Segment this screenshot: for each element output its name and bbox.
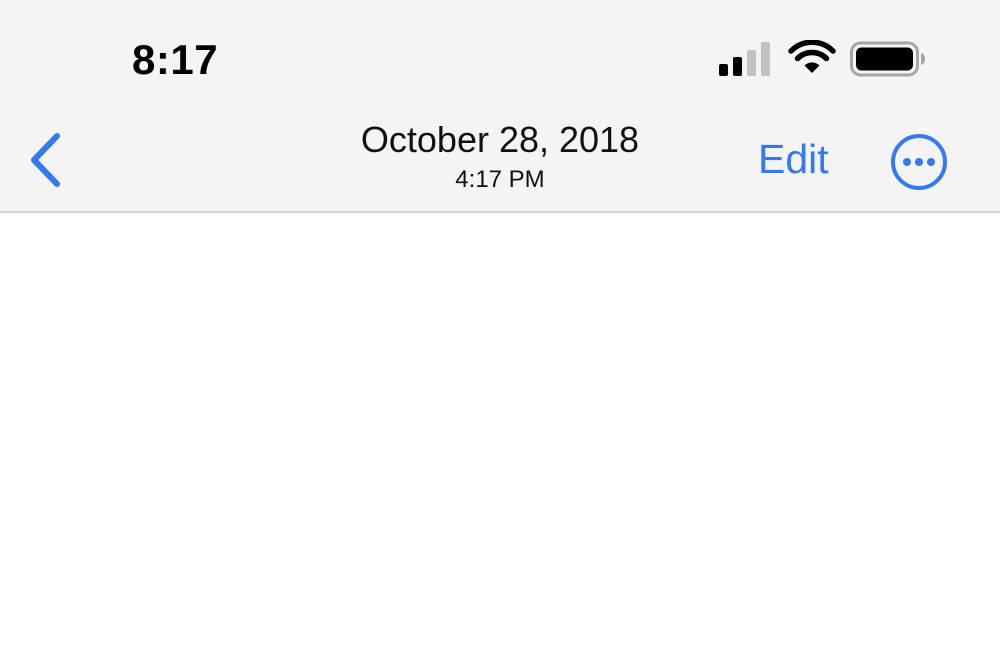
nav-subtitle-time: 4:17 PM [455, 166, 545, 193]
wifi-icon [788, 40, 836, 73]
nav-title-date: October 28, 2018 [360, 119, 640, 160]
status-time: 8:17 [132, 36, 219, 83]
photo-content-area[interactable] [0, 215, 1000, 666]
ellipsis-circle-icon [891, 134, 947, 190]
cellular-signal-icon [719, 42, 770, 76]
more-options-button[interactable] [890, 133, 948, 191]
top-chrome: 8:17 October 28, 2018 4:17 PM Edit [0, 0, 1000, 213]
nav-title-group: October 28, 2018 4:17 PM [250, 118, 750, 196]
edit-button[interactable]: Edit [758, 134, 829, 184]
back-button[interactable] [24, 128, 70, 192]
battery-icon [850, 41, 925, 77]
chevron-left-icon [31, 133, 60, 187]
photo-viewer-screen: 8:17 October 28, 2018 4:17 PM Edit [0, 0, 1000, 666]
